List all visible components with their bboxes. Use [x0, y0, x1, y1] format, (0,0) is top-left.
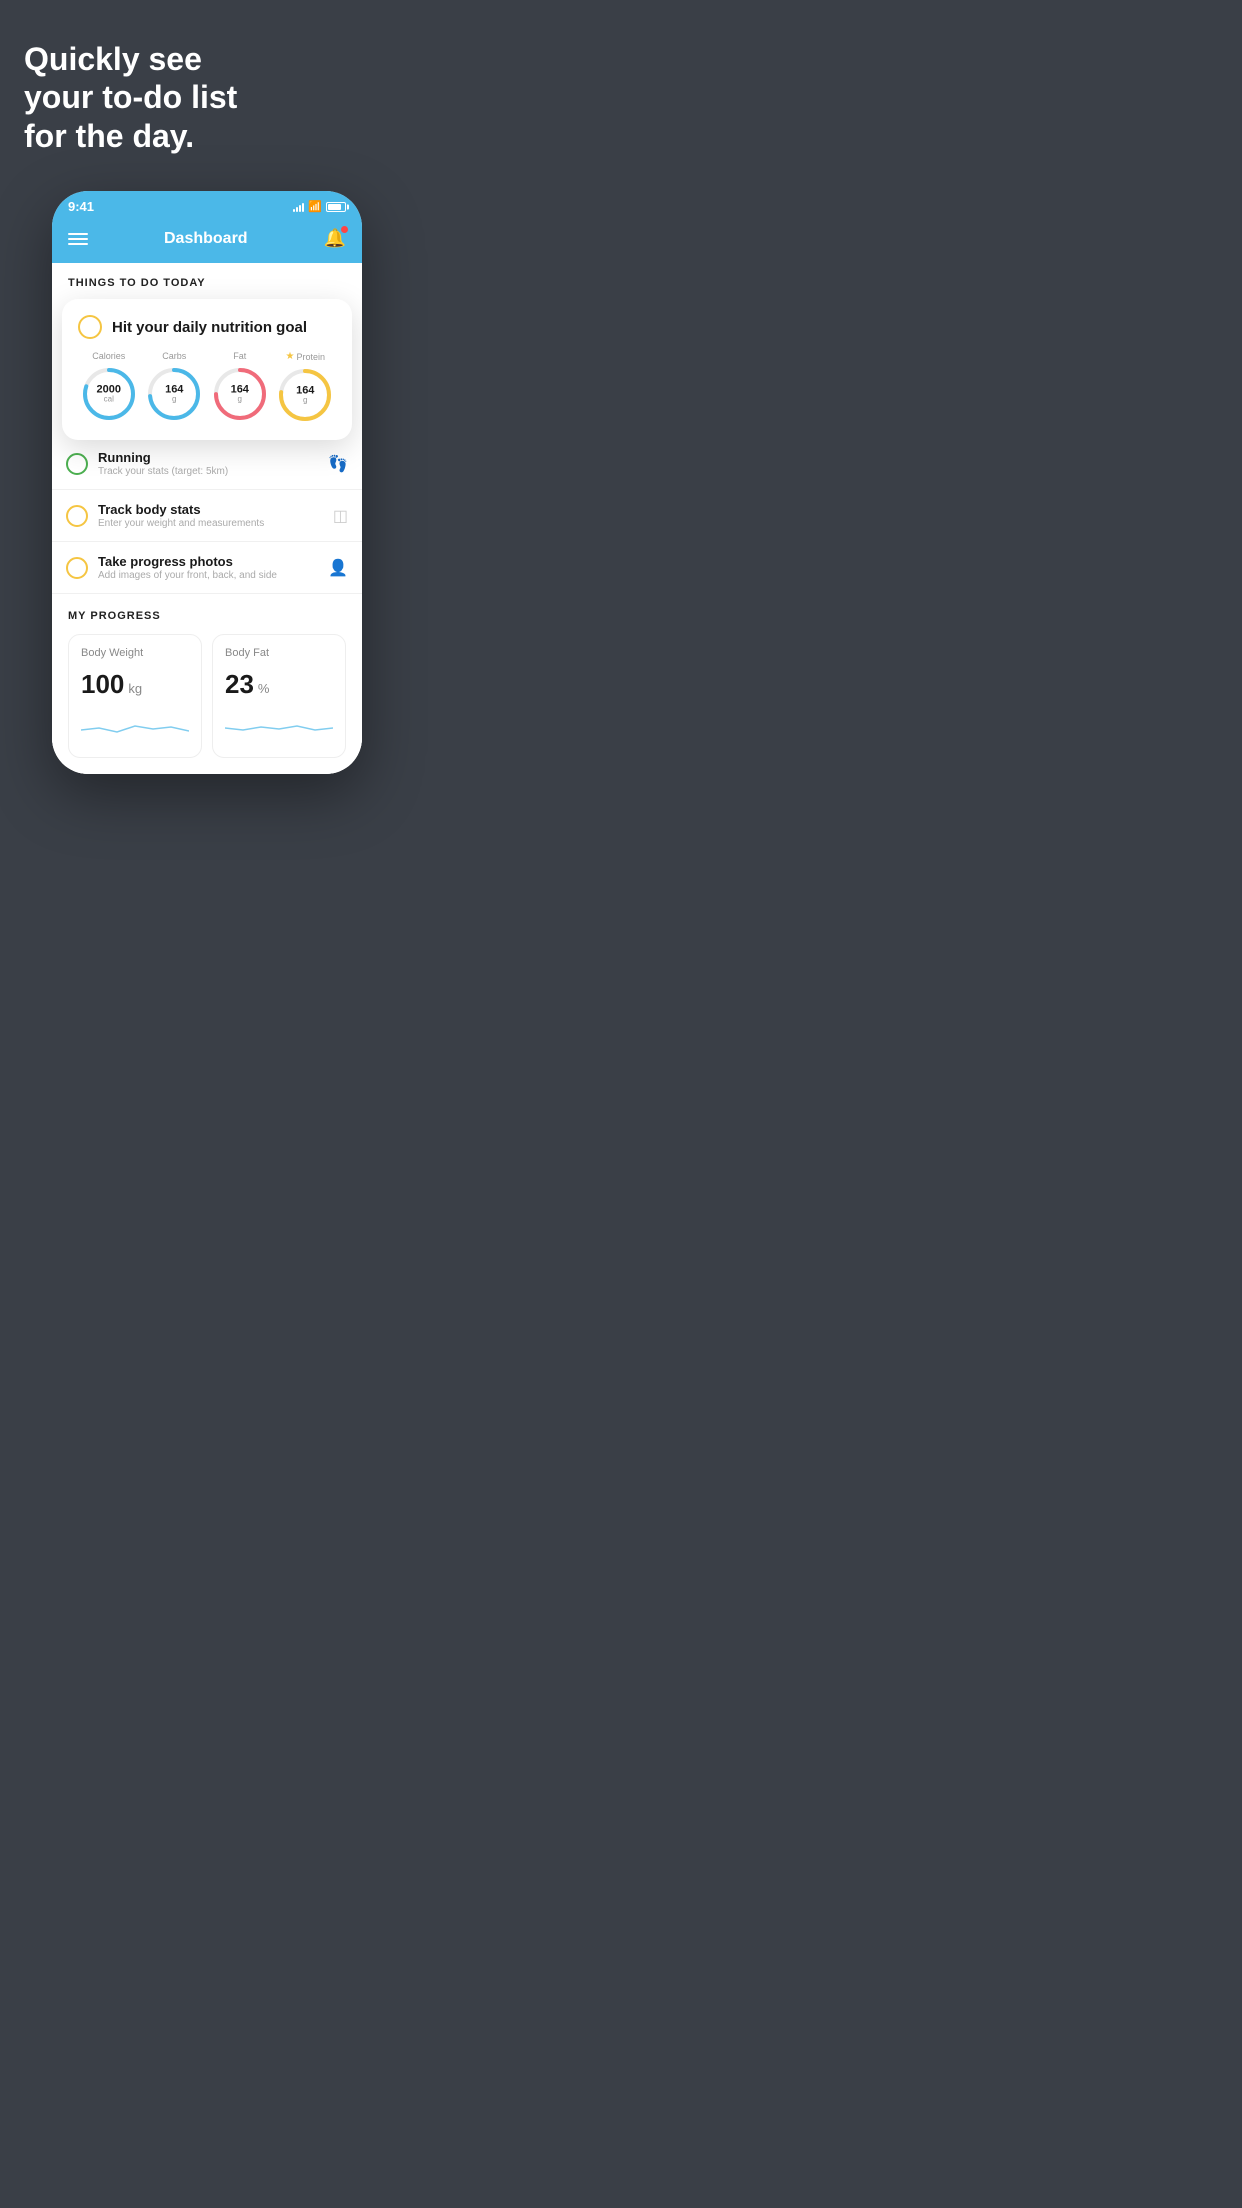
outer-bottom: [0, 774, 414, 814]
running-text: Running Track your stats (target: 5km): [98, 450, 318, 477]
running-title: Running: [98, 450, 318, 465]
photos-checkbox[interactable]: [66, 557, 88, 579]
card-header: Hit your daily nutrition goal: [78, 315, 336, 339]
wifi-icon: 📶: [308, 200, 322, 213]
bodyweight-card[interactable]: Body Weight 100 kg: [68, 634, 202, 758]
bodyweight-chart: [81, 710, 189, 740]
running-subtitle: Track your stats (target: 5km): [98, 466, 318, 477]
star-icon: ★: [286, 351, 295, 362]
nutrition-carbs: Carbs 164 g: [145, 351, 203, 424]
status-bar: 9:41 📶: [52, 191, 362, 218]
list-item[interactable]: Track body stats Enter your weight and m…: [52, 490, 362, 542]
bodyfat-chart: [225, 710, 333, 740]
carbs-value: 164 g: [165, 384, 183, 405]
status-icons: 📶: [293, 200, 346, 213]
signal-icon: [293, 202, 304, 212]
progress-cards: Body Weight 100 kg Body Fat: [68, 634, 346, 758]
todo-list: Running Track your stats (target: 5km) 👣…: [52, 438, 362, 594]
nutrition-row: Calories 2000 cal: [78, 351, 336, 424]
carbs-label: Carbs: [162, 351, 186, 361]
battery-icon: [326, 202, 346, 212]
photos-text: Take progress photos Add images of your …: [98, 554, 318, 581]
header-title: Dashboard: [164, 230, 248, 248]
bodyfat-card[interactable]: Body Fat 23 %: [212, 634, 346, 758]
bodystats-text: Track body stats Enter your weight and m…: [98, 502, 323, 529]
protein-ring: 164 g: [276, 366, 334, 424]
notification-bell-icon[interactable]: 🔔: [324, 228, 346, 249]
carbs-ring: 164 g: [145, 365, 203, 423]
list-item[interactable]: Running Track your stats (target: 5km) 👣: [52, 438, 362, 490]
fat-label: Fat: [233, 351, 246, 361]
nutrition-checkbox[interactable]: [78, 315, 102, 339]
notification-dot: [341, 226, 348, 233]
nutrition-protein: ★ Protein 164 g: [276, 351, 334, 424]
section-heading: THINGS TO DO TODAY: [52, 263, 362, 299]
running-checkbox[interactable]: [66, 453, 88, 475]
bodystats-subtitle: Enter your weight and measurements: [98, 518, 323, 529]
photos-subtitle: Add images of your front, back, and side: [98, 570, 318, 581]
bodyweight-value: 100: [81, 669, 124, 700]
protein-value: 164 g: [296, 385, 314, 406]
hamburger-menu[interactable]: [68, 233, 88, 245]
nutrition-fat: Fat 164 g: [211, 351, 269, 424]
fat-ring: 164 g: [211, 365, 269, 423]
calories-label: Calories: [92, 351, 125, 361]
app-header: Dashboard 🔔: [52, 218, 362, 263]
nutrition-card[interactable]: Hit your daily nutrition goal Calories: [62, 299, 352, 440]
nutrition-calories: Calories 2000 cal: [80, 351, 138, 424]
bodyweight-unit: kg: [128, 681, 142, 696]
bodyweight-value-row: 100 kg: [81, 669, 189, 700]
bodyweight-card-title: Body Weight: [81, 647, 189, 659]
content-area: THINGS TO DO TODAY Hit your daily nutrit…: [52, 263, 362, 774]
fat-value: 164 g: [231, 384, 249, 405]
phone-mockup: 9:41 📶 Dashboard 🔔: [52, 191, 362, 774]
progress-heading: MY PROGRESS: [68, 610, 346, 622]
photos-title: Take progress photos: [98, 554, 318, 569]
bodyfat-unit: %: [258, 681, 270, 696]
bodyfat-card-title: Body Fat: [225, 647, 333, 659]
running-icon: 👣: [328, 454, 348, 474]
progress-section: MY PROGRESS Body Weight 100 kg: [52, 594, 362, 774]
bodystats-checkbox[interactable]: [66, 505, 88, 527]
scale-icon: ◫: [333, 506, 348, 526]
app-headline: Quickly seeyour to-do listfor the day.: [24, 40, 390, 155]
bodystats-title: Track body stats: [98, 502, 323, 517]
list-item[interactable]: Take progress photos Add images of your …: [52, 542, 362, 594]
bodyfat-value: 23: [225, 669, 254, 700]
nutrition-card-title: Hit your daily nutrition goal: [112, 319, 307, 336]
protein-label: ★ Protein: [286, 351, 326, 362]
bodyfat-value-row: 23 %: [225, 669, 333, 700]
photo-icon: 👤: [328, 558, 348, 578]
status-time: 9:41: [68, 199, 94, 214]
calories-value: 2000 cal: [97, 384, 121, 405]
calories-ring: 2000 cal: [80, 365, 138, 423]
